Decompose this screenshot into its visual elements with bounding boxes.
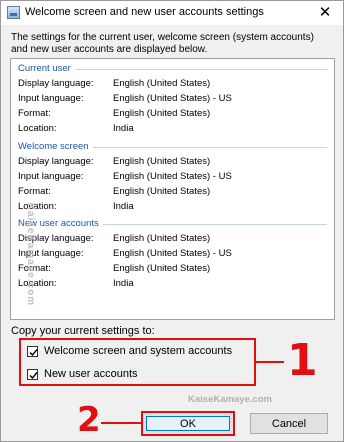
setting-row: Display language: English (United States) [17,75,327,90]
setting-value: English (United States) - US [113,248,232,259]
setting-value: English (United States) [113,186,211,197]
setting-label: Location: [18,201,57,212]
setting-row: Location: India [17,275,327,290]
group-new-user-accounts: New user accounts Display language: Engli… [17,218,327,290]
setting-row: Display language: English (United States) [17,230,327,245]
ok-button[interactable]: OK [141,411,235,436]
setting-row: Location: India [17,198,327,213]
setting-value: English (United States) [113,233,211,244]
setting-value: English (United States) [113,263,211,274]
setting-row: Input language: English (United States) -… [17,168,327,183]
copy-settings-label: Copy your current settings to: [11,325,155,337]
setting-label: Display language: [18,156,94,167]
setting-label: Display language: [18,78,94,89]
setting-value: English (United States) [113,156,211,167]
setting-label: Format: [18,108,51,119]
setting-row: Input language: English (United States) -… [17,90,327,105]
settings-panel: Current user Display language: English (U… [10,58,335,320]
group-welcome-screen: Welcome screen Display language: English … [17,141,327,213]
group-title: Welcome screen [18,141,93,152]
setting-label: Location: [18,123,57,134]
setting-label: Input language: [18,171,84,182]
setting-value: India [113,201,134,212]
setting-value: English (United States) - US [113,171,232,182]
setting-label: Location: [18,278,57,289]
callout-number-2: 2 [77,400,101,440]
setting-row: Format: English (United States) [17,260,327,275]
setting-label: Input language: [18,93,84,104]
setting-value: India [113,123,134,134]
settings-window-icon [7,6,20,19]
cancel-button[interactable]: Cancel [250,413,328,434]
setting-row: Format: English (United States) [17,105,327,120]
ok-button-label: OK [146,416,230,431]
watermark-vertical: KaiseKamaye.com [25,202,37,307]
setting-label: Format: [18,186,51,197]
settings-dialog: Welcome screen and new user accounts set… [0,0,344,442]
setting-value: India [113,278,134,289]
setting-row: Format: English (United States) [17,183,327,198]
setting-row: Location: India [17,120,327,135]
callout-number-1: 1 [287,335,318,386]
close-button[interactable]: ✕ [307,1,343,25]
setting-value: English (United States) [113,108,211,119]
group-title: Current user [18,63,75,74]
setting-value: English (United States) [113,78,211,89]
watermark-text: KaiseKamaye.com [188,394,272,405]
callout-connector-2 [101,422,141,424]
setting-value: English (United States) - US [113,93,232,104]
setting-row: Display language: English (United States) [17,153,327,168]
title-bar: Welcome screen and new user accounts set… [1,1,343,25]
callout-connector-1 [256,361,284,363]
group-current-user: Current user Display language: English (U… [17,63,327,135]
setting-row: Input language: English (United States) -… [17,245,327,260]
description-text: The settings for the current user, welco… [11,32,314,55]
highlight-box-checkboxes [19,338,256,386]
window-title: Welcome screen and new user accounts set… [25,6,264,18]
